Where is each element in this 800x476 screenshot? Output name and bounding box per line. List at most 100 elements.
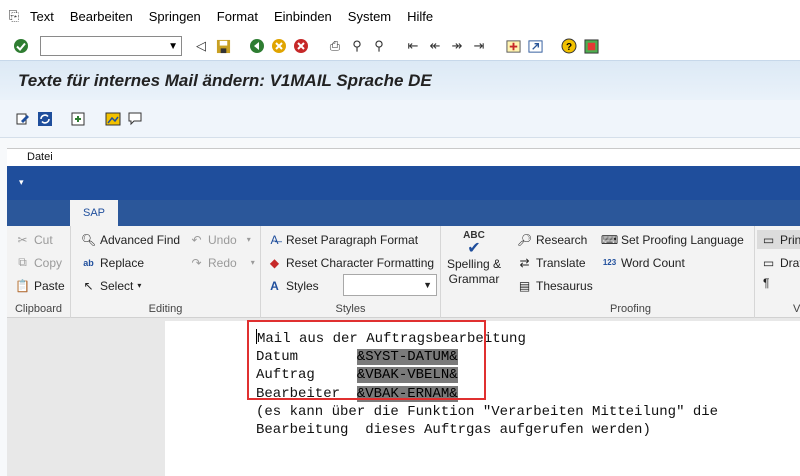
translate-button[interactable]: ⇄ Translate (517, 255, 586, 270)
thesaurus-button[interactable]: ▤ Thesaurus (517, 278, 593, 293)
menu-einbinden[interactable]: Einbinden (272, 9, 346, 24)
system-toolbar: ▼ ◁ ⎙ ⚲ ⚲ ⇤ ↞ ↠ ⇥ ? (0, 32, 800, 60)
save-icon[interactable] (214, 37, 232, 55)
print-icon[interactable]: ⎙ (326, 37, 344, 55)
draft-icon: ▭ (762, 255, 775, 270)
pilcrow-icon: ¶ (763, 276, 770, 290)
reset-paragraph-format-button[interactable]: A̶ Reset Paragraph Format (267, 232, 418, 247)
checkmark-icon: ✔ (467, 240, 481, 257)
customize-layout-icon[interactable] (582, 37, 600, 55)
styles-button[interactable]: A Styles (267, 278, 319, 293)
chevron-down-icon: ▾ (137, 281, 142, 290)
last-page-icon[interactable]: ⇥ (470, 37, 488, 55)
print-layout-button[interactable]: ▭ Prin (757, 230, 800, 249)
insert-icon[interactable] (70, 110, 88, 128)
menu-format[interactable]: Format (215, 9, 272, 24)
new-session-icon[interactable] (504, 37, 522, 55)
proofing-group-label: Proofing (610, 303, 651, 315)
styles-label: Styles (286, 278, 319, 293)
shortcut-icon[interactable] (526, 37, 544, 55)
spelling-grammar-button[interactable]: ABC ✔ Spelling & Grammar (445, 230, 503, 286)
redo-button[interactable]: ↷ Redo ▾ (189, 255, 254, 270)
menu-system[interactable]: System (346, 9, 405, 24)
select-button[interactable]: ↖ Select ▾ (81, 278, 141, 293)
replace-button[interactable]: ab Replace (81, 255, 144, 270)
ribbon: ✂ Cut ⧉ Copy 📋 Paste Clipboard 🔍︎ Advanc… (7, 226, 800, 318)
translate-label: Translate (536, 255, 586, 270)
previous-page-icon[interactable]: ↞ (426, 37, 444, 55)
style-select[interactable]: ▼ (343, 274, 437, 296)
find-next-icon[interactable]: ⚲ (370, 37, 388, 55)
back-icon[interactable] (248, 37, 266, 55)
research-button[interactable]: 🔎︎ Research (517, 232, 587, 247)
exit-icon[interactable] (270, 37, 288, 55)
copy-label: Copy (34, 255, 63, 270)
undo-label: Undo (208, 232, 237, 247)
thesaurus-label: Thesaurus (536, 278, 593, 293)
menu-text[interactable]: Text (28, 9, 68, 24)
doc-line-6: Bearbeitung dieses Auftrgas aufgerufen w… (256, 422, 651, 439)
command-field[interactable]: ▼ (40, 36, 182, 56)
replace-label: Replace (100, 255, 145, 270)
back-arrow-icon[interactable]: ◁ (192, 37, 210, 55)
tab-sap[interactable]: SAP (70, 200, 118, 226)
advanced-find-label: Advanced Find (100, 232, 181, 247)
help-icon[interactable]: ? (560, 37, 578, 55)
advanced-find-button[interactable]: 🔍︎ Advanced Find (81, 232, 180, 247)
customize-quick-access-icon[interactable]: ▾ (19, 177, 24, 188)
spelling-group: ABC ✔ Spelling & Grammar (441, 226, 507, 318)
redo-label: Redo (208, 255, 237, 270)
view-group: ▭ Prin ▭ Draf ¶ V (755, 226, 800, 318)
reset-character-formatting-button[interactable]: ◆ Reset Character Formatting (267, 255, 434, 270)
select-label: Select (100, 278, 134, 293)
chevron-down-icon[interactable]: ▼ (168, 41, 178, 52)
document-page[interactable]: Mail aus der Auftragsbearbeitung Datum &… (165, 320, 800, 476)
set-proofing-language-button[interactable]: ⌨ Set Proofing Language (601, 232, 744, 247)
replace-icon: ab (83, 257, 94, 268)
svg-text:?: ? (566, 42, 572, 53)
show-formatting-button[interactable]: ¶ (763, 276, 769, 290)
graphic-icon[interactable] (104, 110, 122, 128)
print-layout-icon: ▭ (762, 232, 775, 247)
application-toolbar (0, 100, 800, 138)
editing-group-label: Editing (148, 303, 183, 315)
word-count-button[interactable]: 123 Word Count (602, 255, 685, 270)
spelling-label-line2: Grammar (448, 272, 500, 286)
chevron-down-icon: ▼ (423, 280, 432, 290)
eraser-icon: ◆ (269, 255, 280, 270)
copy-button[interactable]: ⧉ Copy (15, 255, 62, 270)
research-label: Research (536, 232, 588, 247)
display-change-icon[interactable] (14, 110, 32, 128)
reset-character-label: Reset Character Formatting (286, 255, 435, 270)
menu-bearbeiten[interactable]: Bearbeiten (68, 9, 147, 24)
refresh-icon[interactable] (36, 110, 54, 128)
find-icon[interactable]: ⚲ (348, 37, 366, 55)
menu-hilfe[interactable]: Hilfe (405, 9, 447, 24)
spelling-label-line1: Spelling & (446, 257, 502, 271)
set-proofing-language-label: Set Proofing Language (621, 232, 744, 247)
first-page-icon[interactable]: ⇤ (404, 37, 422, 55)
doc-line-5: (es kann über die Funktion "Verarbeiten … (256, 403, 719, 420)
datei-menu[interactable]: Datei (7, 148, 800, 166)
research-icon: 🔎︎ (516, 232, 533, 247)
sap-menu-icon[interactable]: ⎘ (0, 8, 28, 24)
styles-icon: A (270, 278, 279, 293)
translate-icon: ⇄ (519, 255, 530, 270)
word-count-icon: 123 (602, 258, 617, 267)
paste-button[interactable]: 📋 Paste (15, 278, 65, 293)
ribbon-tab-strip: SAP (7, 200, 800, 226)
print-layout-label: Prin (780, 232, 800, 247)
chevron-down-icon: ▾ (246, 235, 251, 244)
menu-springen[interactable]: Springen (147, 9, 215, 24)
draft-button[interactable]: ▭ Draf (761, 255, 800, 270)
next-page-icon[interactable]: ↠ (448, 37, 466, 55)
sap-window: ⎘ Text Bearbeiten Springen Format Einbin… (0, 0, 800, 476)
styles-group-label: Styles (335, 303, 366, 315)
comment-icon[interactable] (126, 110, 144, 128)
cancel-icon[interactable] (292, 37, 310, 55)
reset-paragraph-label: Reset Paragraph Format (286, 232, 419, 247)
scissors-icon: ✂ (17, 232, 28, 247)
undo-button[interactable]: ↶ Undo ▾ (189, 232, 251, 247)
cut-button[interactable]: ✂ Cut (15, 232, 52, 247)
enter-check-icon[interactable] (12, 37, 30, 55)
